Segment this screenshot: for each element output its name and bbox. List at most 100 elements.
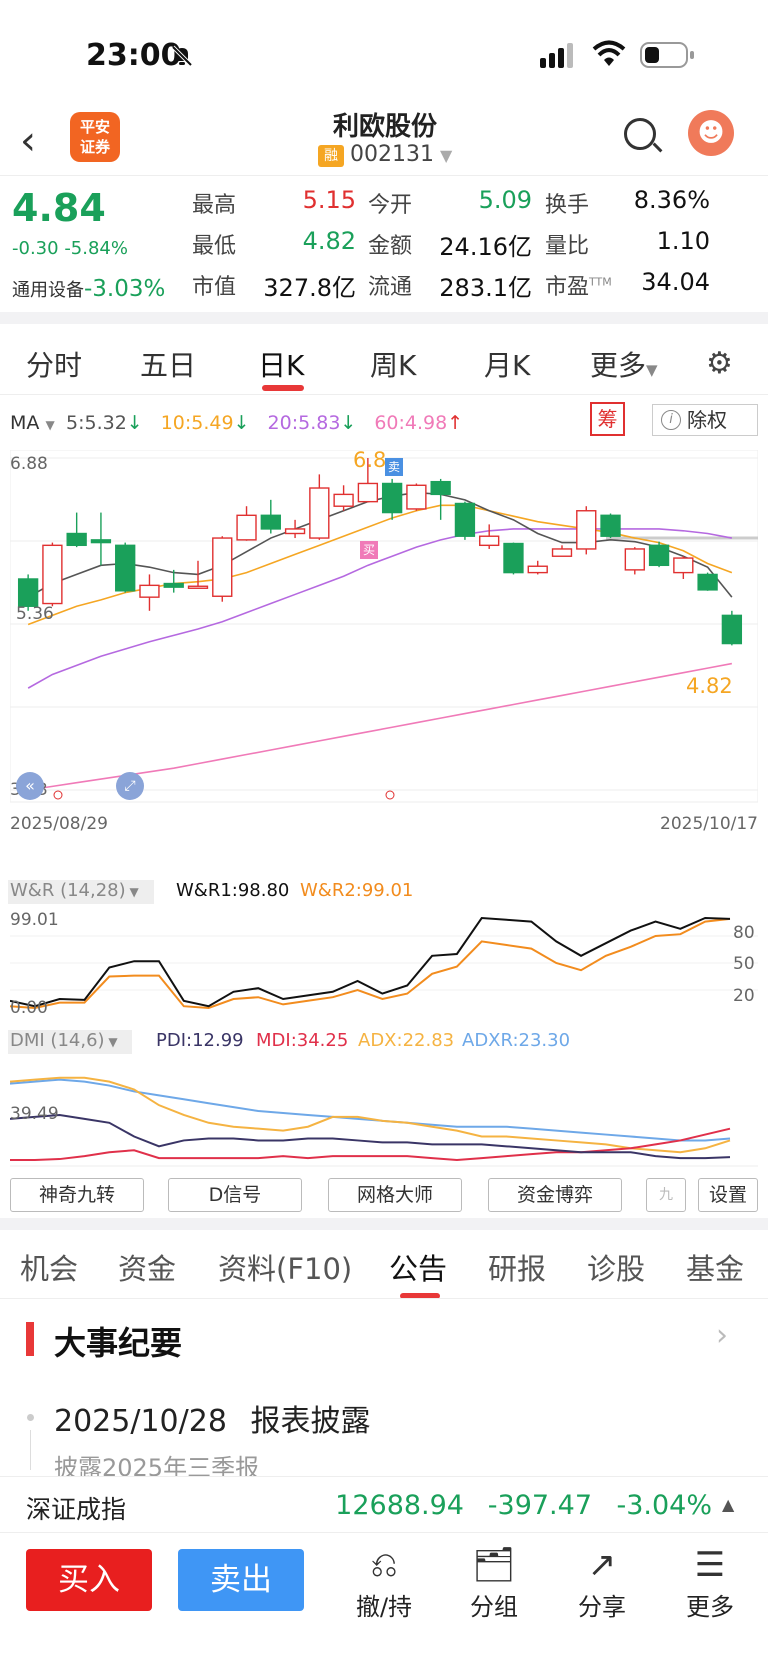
tab-capital[interactable]: 资金 [118,1246,176,1288]
candle [527,560,548,575]
more-label: 更多 [686,1593,734,1621]
dmi-ref-label: 39.49 [10,1104,59,1124]
tab-more[interactable]: 更多▼ [590,344,658,384]
tab-week-k[interactable]: 周K [370,344,416,384]
stock-code[interactable]: 002131 ▼ [350,142,452,167]
avatar[interactable]: ☻ [688,110,734,156]
ma-item: 60:4.98↑ [374,412,463,434]
candle [648,541,670,568]
index-ticker[interactable]: 深证成指 12688.94 -397.47 -3.04% ▲ [0,1476,768,1532]
buy-signal-badge[interactable]: 买 [360,541,378,559]
dmi-selector[interactable]: DMI (14,6) ▼ [8,1030,132,1054]
candle [406,483,427,511]
sector-pct: -3.03% [84,276,166,302]
tab-wuri[interactable]: 五日 [140,344,196,384]
folder-icon: 🗂 [472,1545,516,1585]
undo-icon: ⎌ [370,1545,398,1585]
share-icon: ↗ [587,1545,617,1585]
menu-icon: ☰ [694,1545,726,1585]
kline-mid-label: 5.36 [16,604,54,624]
tab-opportunity[interactable]: 机会 [20,1246,78,1288]
tag-capital[interactable]: 资金博弈 [488,1178,622,1212]
divider [0,1298,768,1299]
chip-button[interactable]: 筹 [590,402,625,436]
candle-body [551,548,573,557]
tab-announcement[interactable]: 公告 [389,1246,447,1288]
sell-button[interactable]: 卖出 [178,1549,304,1611]
ma-label: MA [10,412,40,434]
caret-down-icon: ▼ [104,1035,118,1049]
candle-body [479,535,500,547]
quote-value: 5.15 [302,186,356,214]
tag-partial[interactable]: 九 [646,1178,686,1212]
adxr-value: ADXR:23.30 [462,1030,571,1051]
tab-month-k[interactable]: 月K [484,344,530,384]
share-button[interactable]: ↗ 分享 [552,1543,652,1622]
sector-info[interactable]: 通用设备-3.03% [12,276,165,302]
candle [430,478,451,520]
broker-logo[interactable]: 平安 证券 [70,112,120,162]
ma-selector[interactable]: MA ▼ [10,412,55,434]
event-item[interactable]: 2025/10/28 报表披露 [54,1396,370,1440]
event-marker [53,790,63,800]
buy-button[interactable]: 买入 [26,1549,152,1611]
tab-fenshi[interactable]: 分时 [26,344,82,384]
candle [381,478,403,520]
status-bar: 23:00 [0,0,768,110]
cancel-hold-button[interactable]: ⎌ 撤/持 [334,1543,434,1622]
candle-body [42,544,63,605]
kline-max-label: 6.88 [10,454,48,474]
timeline-dot [27,1414,34,1421]
wr-selector[interactable]: W&R (14,28) ▼ [8,880,154,904]
candle-body [236,514,257,541]
sell-signal-badge[interactable]: 卖 [385,458,403,476]
wr2-value: W&R2:99.01 [300,880,414,901]
more-button[interactable]: ☰ 更多 [660,1543,760,1622]
ma-value: 20:5.83 [267,412,341,434]
chevron-right-icon[interactable]: › [716,1318,728,1353]
caret-up-icon[interactable]: ▲ [722,1495,734,1514]
wr-label: W&R (14,28) [10,880,126,901]
tag-dsignal[interactable]: D信号 [168,1178,302,1212]
tab-research[interactable]: 研报 [488,1246,546,1288]
candle-body [697,573,718,591]
quote-value: 4.82 [302,227,356,255]
event-date: 2025/10/28 [54,1404,227,1439]
kline-chart[interactable]: 6.88 3.23 2025/08/29 2025/10/17 5.36 6.8… [9,448,759,852]
gear-icon[interactable]: ⚙ [706,346,733,381]
cancel-hold-label: 撤/持 [355,1593,413,1621]
tab-fund[interactable]: 基金 [686,1246,744,1288]
stock-name: 利欧股份 [332,112,437,142]
price-change: -0.30 -5.84% [12,238,128,259]
mdi-value: MDI:34.25 [256,1030,349,1051]
pdi-value: PDI:12.99 [156,1030,244,1051]
mute-icon [170,44,194,68]
dmi-indicator[interactable]: DMI (14,6) ▼ PDI:12.99 MDI:34.25 ADX:22.… [0,1030,768,1170]
group-button[interactable]: 🗂 分组 [444,1543,544,1622]
tag-grid[interactable]: 网格大师 [328,1178,462,1212]
section-gap [0,1218,768,1230]
tab-diagnosis[interactable]: 诊股 [587,1246,645,1288]
tab-day-k[interactable]: 日K [258,344,304,384]
candle-body [66,532,87,547]
expand-icon[interactable]: ⤢ [116,772,144,800]
caret-down-icon: ▼ [45,418,55,432]
candle-body [90,539,112,544]
candle-body [333,493,354,507]
wr1-line [10,916,731,1008]
tag-shenqi[interactable]: 神奇九转 [10,1178,144,1212]
stock-code-text: 002131 [350,142,434,167]
scroll-left-icon[interactable]: « [16,772,44,800]
adjust-button[interactable]: i 除权 [652,404,758,436]
broker-logo-text: 平安 证券 [79,118,110,156]
tab-f10[interactable]: 资料(F10) [218,1246,352,1288]
search-icon[interactable] [624,118,656,150]
arrow-down-icon: ↓ [340,412,357,434]
back-icon[interactable]: ‹ [20,118,36,164]
settings-button[interactable]: 设置 [698,1178,758,1212]
high-marker: 6.8 [353,448,387,472]
quote-value: 1.10 [656,227,710,255]
wr-indicator[interactable]: W&R (14,28) ▼ W&R1:98.80 W&R2:99.01 99.0… [0,880,768,1020]
candle-body [139,584,160,598]
candle-body [624,548,645,571]
